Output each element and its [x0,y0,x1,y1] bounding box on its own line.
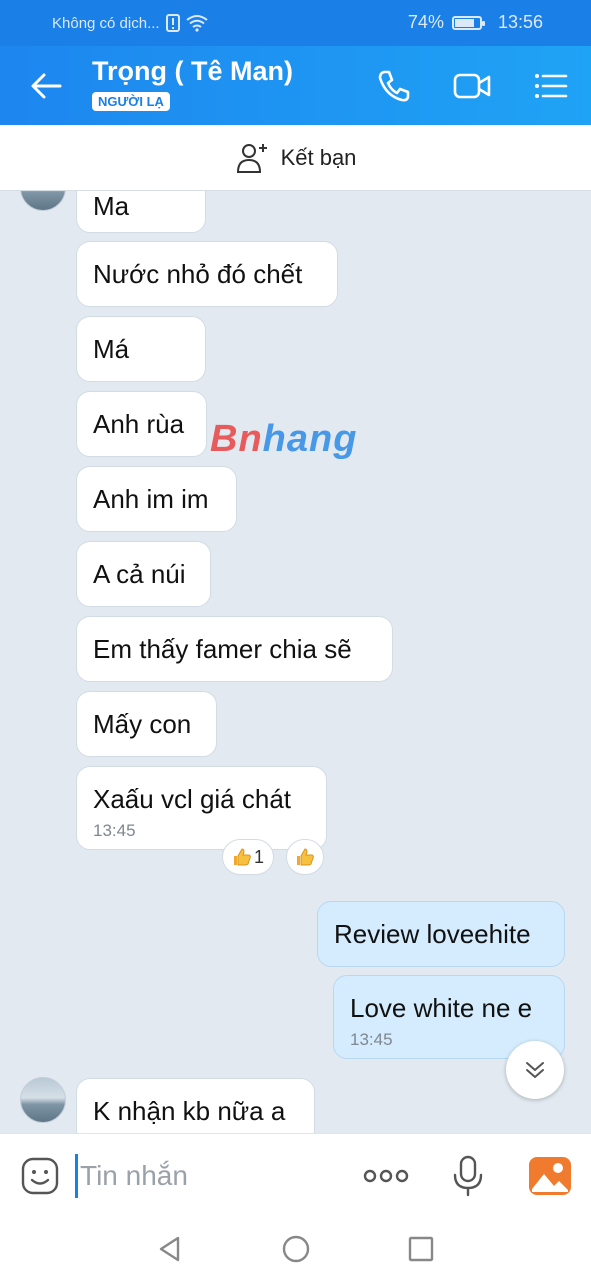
message-text: Love white ne e [350,992,533,1023]
double-chevron-down-icon [526,1062,544,1078]
message-text: K nhận kb nữa a [93,1095,286,1126]
message-bubble[interactable]: Ma [76,191,206,233]
message-bubble[interactable]: Anh rùa [76,391,207,457]
message-list[interactable]: Ma Nước nhỏ đó chết Má Anh rùa Anh im im… [0,191,591,1133]
chat-header: Trọng ( Tê Man) NGƯỜI LẠ [0,46,591,125]
message-text: Xaấu vcl giá chát [93,783,292,814]
message-bubble[interactable]: Em thấy famer chia sẽ [76,616,393,682]
sim-alert-icon [165,14,180,32]
back-arrow-icon[interactable] [26,66,66,106]
nav-back-icon[interactable] [156,1235,184,1263]
contact-name[interactable]: Trọng ( Tê Man) [92,56,293,87]
nav-home-icon[interactable] [281,1234,311,1264]
image-gallery-icon[interactable] [528,1156,572,1196]
message-bubble[interactable]: Nước nhỏ đó chết [76,241,338,307]
message-text: Mấy con [93,708,192,739]
add-friend-button[interactable]: Kết bạn [0,125,591,191]
status-bar: Không có dịch... 74% 13:56 [0,0,591,46]
network-status: Không có dịch... [52,14,160,32]
message-bubble[interactable]: Xaấu vcl giá chát 13:45 [76,766,327,850]
sticker-emoji-icon[interactable] [20,1156,60,1196]
message-input[interactable]: Tin nhắn [80,1160,188,1192]
message-text: Nước nhỏ đó chết [93,258,303,289]
message-bubble[interactable]: A cả núi [76,541,211,607]
message-text: Review loveehite [334,918,531,949]
message-bubble-sent[interactable]: Review loveehite [317,901,565,967]
message-time: 13:45 [93,820,136,840]
watermark-logo: Bnhang [210,418,358,460]
video-call-icon[interactable] [452,66,492,106]
reaction-count-label: 1 [253,846,264,867]
stranger-badge: NGƯỜI LẠ [92,92,170,111]
menu-list-icon[interactable] [530,66,570,106]
text-cursor [75,1154,78,1198]
message-text: Ma [93,191,130,221]
thumbs-up-icon [233,848,251,866]
thumbs-up-icon [297,848,314,866]
message-text: Anh im im [93,483,209,514]
more-options-icon[interactable] [362,1166,410,1186]
wifi-icon [185,15,208,32]
message-bubble[interactable]: Anh im im [76,466,237,532]
message-text: A cả núi [93,558,186,589]
message-bubble[interactable]: Mấy con [76,691,217,757]
message-bubble[interactable]: K nhận kb nữa a [76,1078,315,1133]
clock: 13:56 [497,12,543,32]
phone-call-icon[interactable] [374,66,414,106]
add-friend-label: Kết bạn [280,144,357,170]
message-text: Em thấy famer chia sẽ [93,633,352,664]
system-navigation-bar [0,1217,591,1280]
reaction-count[interactable]: 1 [222,839,274,875]
contact-avatar[interactable] [20,1077,66,1123]
add-person-icon [236,143,267,173]
contact-avatar[interactable] [20,191,66,211]
message-composer: Tin nhắn [0,1133,591,1217]
message-bubble[interactable]: Má [76,316,206,382]
add-reaction-button[interactable] [286,839,324,875]
scroll-to-bottom-button[interactable] [506,1041,564,1099]
battery-percent: 74% [407,12,444,32]
microphone-icon[interactable] [450,1154,486,1198]
nav-recents-icon[interactable] [407,1235,435,1263]
message-text: Anh rùa [93,408,185,439]
message-text: Má [93,333,130,364]
battery-icon [451,15,485,30]
